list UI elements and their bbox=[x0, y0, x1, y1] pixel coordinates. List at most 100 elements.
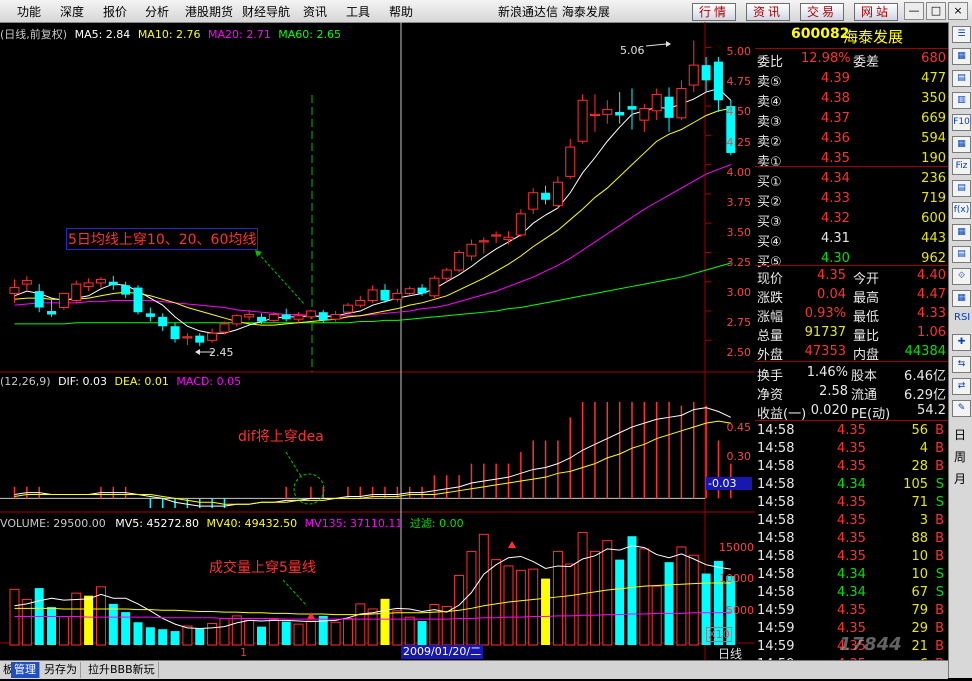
tick-time: 14:59 bbox=[757, 621, 795, 636]
tick-price: 4.35 bbox=[837, 531, 866, 546]
menu-depth[interactable]: 深度 bbox=[60, 3, 84, 20]
toolbar-rt-icon-11-icon[interactable]: ▤ bbox=[952, 246, 971, 263]
bid-label: 买③ bbox=[757, 215, 782, 230]
menu-tools[interactable]: 工具 bbox=[346, 3, 370, 20]
ask-price: 4.38 bbox=[821, 91, 850, 106]
weibi-label: 委比 bbox=[757, 55, 784, 70]
candle-body bbox=[577, 99, 588, 142]
toolbar-rt-icon-2-icon[interactable]: ▦ bbox=[952, 48, 971, 65]
volume-bar bbox=[589, 550, 600, 646]
volume-bar bbox=[219, 617, 230, 646]
toolbar-rt-icon-18-icon[interactable]: ✎ bbox=[952, 400, 971, 417]
volume-bar bbox=[281, 621, 291, 645]
kline-chart[interactable] bbox=[0, 22, 755, 660]
volume-bar bbox=[404, 616, 415, 646]
window-title: 新浪通达信 海泰发展 bbox=[498, 5, 610, 19]
volume-header: VOLUME: 29500.00 MV5: 45272.80 MV40: 494… bbox=[0, 515, 464, 531]
stat2-label: 流通 bbox=[851, 388, 878, 403]
maximize-icon[interactable]: □ bbox=[926, 2, 946, 20]
ask-price: 4.36 bbox=[821, 131, 850, 146]
stat-value: 91737 bbox=[804, 325, 846, 340]
toolbar-rt-icon-1-icon[interactable]: ☰ bbox=[952, 26, 971, 43]
menu-hk-futures[interactable]: 港股期货 bbox=[185, 3, 233, 20]
candle-body bbox=[342, 304, 353, 313]
stat-label: 涨跌 bbox=[757, 291, 784, 306]
volume-bar bbox=[293, 623, 304, 646]
period-month-button[interactable]: 月 bbox=[954, 470, 966, 487]
ask-volume: 477 bbox=[921, 71, 946, 86]
panel-divider bbox=[755, 265, 948, 266]
volume-bar bbox=[231, 615, 242, 646]
dea-label: DEA: 0.01 bbox=[114, 375, 169, 388]
period-day-button[interactable]: 日 bbox=[954, 426, 966, 443]
tick-side: B bbox=[935, 531, 944, 546]
stat-label: 量比 bbox=[853, 329, 880, 344]
quote-button[interactable]: 行情 bbox=[692, 3, 736, 21]
stat-label: 总量 bbox=[757, 329, 784, 344]
volume-bar bbox=[47, 607, 57, 645]
candle-body bbox=[651, 93, 662, 112]
volume-bar bbox=[145, 627, 155, 645]
stat2-value: 54.2 bbox=[917, 403, 946, 418]
tick-row: 14:58 4.35 56 B bbox=[755, 422, 948, 441]
tick-price: 4.35 bbox=[837, 495, 866, 510]
tick-time: 14:59 bbox=[757, 639, 795, 654]
candle-body bbox=[47, 311, 57, 315]
trade-button[interactable]: 交易 bbox=[800, 3, 844, 21]
volume-axis-label: 5000 bbox=[726, 604, 754, 617]
stat-row: 涨幅 0.93% 最低 4.33 bbox=[755, 305, 948, 325]
tab-strategy[interactable]: 拉升BBB新玩 bbox=[85, 662, 159, 678]
menu-finance-nav[interactable]: 财经导航 bbox=[242, 3, 290, 20]
menu-help[interactable]: 帮助 bbox=[389, 3, 413, 20]
website-button[interactable]: 网站 bbox=[854, 3, 898, 21]
tick-volume: 105 bbox=[903, 477, 928, 492]
toolbar-rt-icon-3-icon[interactable]: ▤ bbox=[952, 70, 971, 87]
price-axis-label: 3.00 bbox=[726, 286, 752, 299]
price-axis-label: 4.50 bbox=[726, 105, 752, 118]
low-price-marker: 2.45 bbox=[209, 346, 234, 359]
tick-row: 14:58 4.35 3 B bbox=[755, 512, 948, 531]
toolbar-rt-icon-16-icon[interactable]: ⇆ bbox=[952, 356, 971, 373]
toolbar-rt-icon-5-icon[interactable]: F10 bbox=[952, 114, 971, 131]
menu-analysis[interactable]: 分析 bbox=[145, 3, 169, 20]
rsi-button[interactable]: RSI bbox=[954, 312, 970, 323]
toolbar-rt-icon-4-icon[interactable]: ▥ bbox=[952, 92, 971, 109]
candle-body bbox=[676, 88, 687, 119]
price-axis-label: 3.25 bbox=[726, 256, 752, 269]
volume-bar bbox=[182, 625, 193, 646]
tick-side: B bbox=[935, 423, 944, 438]
candle-body bbox=[664, 96, 674, 118]
toolbar-rt-icon-10-icon[interactable]: ▦ bbox=[952, 224, 971, 241]
volume-bar bbox=[503, 565, 514, 646]
toolbar-rt-icon-8-icon[interactable]: ▤ bbox=[952, 180, 971, 197]
minimize-icon[interactable]: — bbox=[904, 2, 924, 20]
volume-bar bbox=[552, 550, 563, 646]
menu-function[interactable]: 功能 bbox=[17, 3, 41, 20]
stat-row: 总量 91737 量比 1.06 bbox=[755, 324, 948, 344]
close-icon[interactable]: × bbox=[948, 2, 968, 20]
toolbar-rt-icon-9-icon[interactable]: f(x) bbox=[952, 202, 971, 219]
tab-manage[interactable]: 管理 bbox=[11, 662, 40, 678]
tick-price: 4.35 bbox=[837, 423, 866, 438]
candle-body bbox=[589, 113, 600, 116]
menu-quote[interactable]: 报价 bbox=[103, 3, 127, 20]
candle-body bbox=[615, 111, 625, 116]
toolbar-rt-icon-6-icon[interactable]: ▦ bbox=[952, 136, 971, 153]
toolbar-rt-icon-13-icon[interactable]: ▦ bbox=[952, 290, 971, 307]
toolbar-rt-icon-15-icon[interactable]: ✚ bbox=[952, 334, 971, 351]
toolbar-rt-icon-12-icon[interactable]: ⟐ bbox=[952, 268, 971, 285]
period-week-button[interactable]: 周 bbox=[954, 448, 966, 465]
toolbar-rt-icon-17-icon[interactable]: ⇄ bbox=[952, 378, 971, 395]
menu-info[interactable]: 资讯 bbox=[303, 3, 327, 20]
tab-save-as[interactable]: 另存为 bbox=[41, 662, 81, 678]
candle-body bbox=[21, 280, 32, 285]
tick-price: 4.35 bbox=[837, 513, 866, 528]
toolbar-rt-icon-7-icon[interactable]: Fiz bbox=[952, 158, 971, 175]
stat-value: 4.47 bbox=[917, 287, 946, 302]
tick-volume: 71 bbox=[911, 495, 928, 510]
stat-label: 涨幅 bbox=[757, 310, 784, 325]
info-button[interactable]: 资讯 bbox=[746, 3, 790, 21]
candle-body bbox=[355, 299, 366, 306]
candle-body bbox=[602, 109, 613, 115]
ask-label: 卖⑤ bbox=[757, 75, 782, 90]
